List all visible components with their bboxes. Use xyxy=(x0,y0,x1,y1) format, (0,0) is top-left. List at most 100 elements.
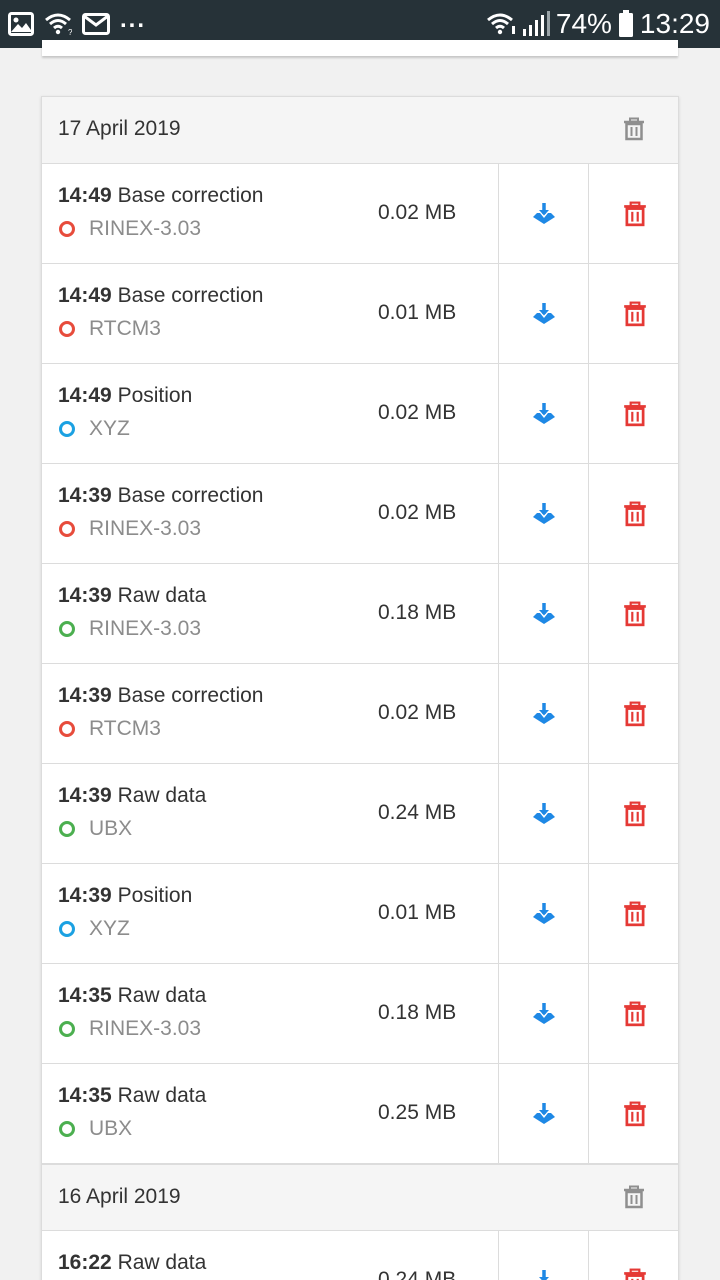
download-icon xyxy=(532,302,555,324)
format-status-dot xyxy=(59,421,75,437)
file-time: 14:39 xyxy=(58,484,112,507)
trash-icon xyxy=(623,901,646,926)
file-time: 14:39 xyxy=(58,684,112,707)
file-title: 14:39 Base correction xyxy=(58,684,263,708)
file-type: Base correction xyxy=(117,484,264,507)
delete-button[interactable] xyxy=(589,964,680,1063)
file-type: Position xyxy=(117,384,193,407)
format-label: RINEX-3.03 xyxy=(89,217,202,240)
format-status-dot xyxy=(59,721,75,737)
download-button[interactable] xyxy=(499,1064,588,1163)
file-size: 0.02 MB xyxy=(378,701,457,724)
date-group-title: 17 April 2019 xyxy=(58,117,181,140)
format-label: RTCM3 xyxy=(89,717,161,740)
file-size: 0.01 MB xyxy=(378,301,457,324)
delete-button[interactable] xyxy=(589,164,680,263)
download-button[interactable] xyxy=(499,764,588,863)
file-type: Raw data xyxy=(117,784,207,807)
trash-icon xyxy=(623,301,646,326)
file-title: 14:49 Base correction xyxy=(58,184,263,208)
delete-group-trash-icon[interactable] xyxy=(622,1185,646,1209)
file-format: RINEX-3.03 xyxy=(58,617,201,641)
file-time: 14:39 xyxy=(58,784,112,807)
file-time: 16:22 xyxy=(58,1251,112,1274)
delete-button[interactable] xyxy=(589,364,680,463)
file-format: XYZ xyxy=(58,917,130,941)
delete-button[interactable] xyxy=(589,464,680,563)
file-size: 0.18 MB xyxy=(378,1001,457,1024)
file-row: 14:49 Position XYZ 0.02 MB xyxy=(42,364,678,464)
file-row: 16:22 Raw data 0.24 MB xyxy=(42,1231,678,1280)
delete-button[interactable] xyxy=(589,264,680,363)
file-format: RTCM3 xyxy=(58,717,161,741)
file-row: 14:49 Base correction RINEX-3.03 0.02 MB xyxy=(42,164,678,264)
file-title: 14:39 Raw data xyxy=(58,784,206,808)
download-button[interactable] xyxy=(499,964,588,1063)
file-title: 14:39 Raw data xyxy=(58,584,206,608)
file-title: 14:39 Base correction xyxy=(58,484,263,508)
delete-button[interactable] xyxy=(589,564,680,663)
file-time: 14:39 xyxy=(58,884,112,907)
file-row: 14:39 Base correction RINEX-3.03 0.02 MB xyxy=(42,464,678,564)
delete-button[interactable] xyxy=(589,1231,680,1280)
download-button[interactable] xyxy=(499,564,588,663)
file-row: 14:39 Position XYZ 0.01 MB xyxy=(42,864,678,964)
download-button[interactable] xyxy=(499,1231,588,1280)
file-type: Raw data xyxy=(117,1251,207,1274)
format-status-dot xyxy=(59,521,75,537)
notification-overflow: ... xyxy=(120,6,147,33)
format-status-dot xyxy=(59,921,75,937)
format-label: RINEX-3.03 xyxy=(89,517,202,540)
download-icon xyxy=(532,602,555,624)
delete-button[interactable] xyxy=(589,1064,680,1163)
file-size: 0.25 MB xyxy=(378,1101,457,1124)
trash-icon xyxy=(623,201,646,226)
file-size: 0.01 MB xyxy=(378,901,457,924)
format-label: UBX xyxy=(89,1117,133,1140)
download-icon xyxy=(532,1002,555,1024)
image-icon xyxy=(8,12,34,36)
format-label: UBX xyxy=(89,817,133,840)
file-size: 0.02 MB xyxy=(378,401,457,424)
trash-icon xyxy=(623,1001,646,1026)
file-type: Base correction xyxy=(117,684,264,707)
file-size: 0.24 MB xyxy=(378,801,457,824)
format-status-dot xyxy=(59,321,75,337)
delete-group-trash-icon[interactable] xyxy=(622,117,646,141)
download-button[interactable] xyxy=(499,664,588,763)
file-title: 16:22 Raw data xyxy=(58,1251,206,1275)
download-button[interactable] xyxy=(499,364,588,463)
file-format: UBX xyxy=(58,817,132,841)
signal-icon xyxy=(522,11,550,36)
status-bar-right: 74% 13:29 xyxy=(486,6,710,42)
download-icon xyxy=(532,202,555,224)
file-row: 14:39 Base correction RTCM3 0.02 MB xyxy=(42,664,678,764)
file-time: 14:49 xyxy=(58,384,112,407)
file-time: 14:35 xyxy=(58,984,112,1007)
format-label: XYZ xyxy=(89,417,130,440)
download-button[interactable] xyxy=(499,864,588,963)
download-icon xyxy=(532,402,555,424)
download-button[interactable] xyxy=(499,164,588,263)
trash-icon xyxy=(623,601,646,626)
file-size: 0.24 MB xyxy=(378,1268,457,1280)
format-status-dot xyxy=(59,221,75,237)
file-type: Base correction xyxy=(117,284,264,307)
download-button[interactable] xyxy=(499,264,588,363)
mail-icon xyxy=(82,13,110,35)
download-button[interactable] xyxy=(499,464,588,563)
delete-button[interactable] xyxy=(589,764,680,863)
trash-icon xyxy=(623,401,646,426)
download-icon xyxy=(532,502,555,524)
file-type: Raw data xyxy=(117,984,207,1007)
delete-button[interactable] xyxy=(589,664,680,763)
file-format: XYZ xyxy=(58,417,130,441)
date-group-title: 16 April 2019 xyxy=(58,1185,181,1208)
file-row: 14:39 Raw data UBX 0.24 MB xyxy=(42,764,678,864)
file-size: 0.02 MB xyxy=(378,501,457,524)
delete-button[interactable] xyxy=(589,864,680,963)
file-title: 14:49 Position xyxy=(58,384,192,408)
trash-icon xyxy=(623,501,646,526)
wifi-icon xyxy=(486,13,515,35)
file-type: Position xyxy=(117,884,193,907)
